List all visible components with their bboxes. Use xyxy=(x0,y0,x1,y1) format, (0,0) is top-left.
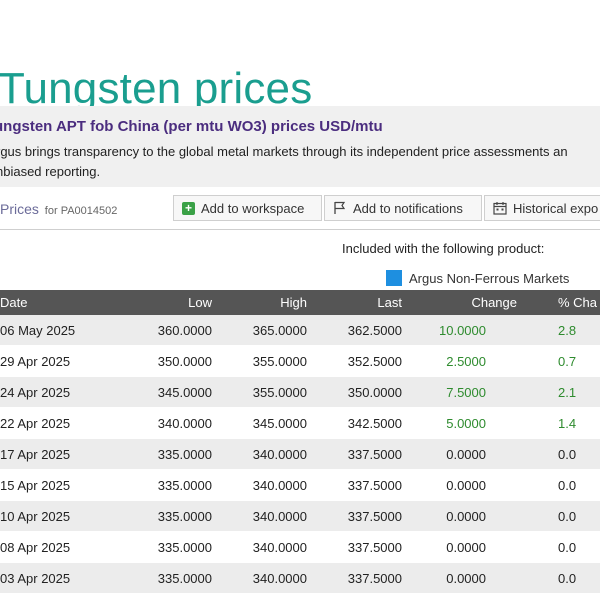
add-to-workspace-button[interactable]: + Add to workspace xyxy=(173,195,322,221)
cell-change: 0.0000 xyxy=(446,477,486,493)
calendar-icon xyxy=(493,202,507,215)
cell-change: 0.0000 xyxy=(446,446,486,462)
historical-export-label: Historical expo xyxy=(513,200,599,216)
table-row: 03 Apr 2025 335.0000 340.0000 337.5000 0.000… xyxy=(0,563,600,594)
table-row: 24 Apr 2025 345.0000 355.0000 350.0000 7.500… xyxy=(0,377,600,408)
prices-heading: Prices for PA0014502 xyxy=(0,201,117,217)
cell-pct-change: 0.7 xyxy=(558,353,577,369)
cell-low: 335.0000 xyxy=(157,539,212,555)
column-header-date[interactable]: Date xyxy=(0,290,27,315)
cell-last: 362.5000 xyxy=(347,322,402,338)
cell-high: 340.0000 xyxy=(252,570,307,586)
cell-change: 0.0000 xyxy=(446,570,486,586)
cell-high: 345.0000 xyxy=(252,415,307,431)
plus-icon: + xyxy=(182,201,195,215)
column-header-last[interactable]: Last xyxy=(377,290,402,315)
table-header: Date Low High Last Change % Cha xyxy=(0,290,600,315)
cell-pct-change: 0.0 xyxy=(558,446,577,462)
cell-pct-change: 0.0 xyxy=(558,508,577,524)
cell-change: 0.0000 xyxy=(446,508,486,524)
cell-date: 06 May 2025 xyxy=(0,322,76,338)
column-header-change[interactable]: Change xyxy=(471,290,517,315)
price-code: for PA0014502 xyxy=(44,205,118,217)
cell-last: 337.5000 xyxy=(347,570,402,586)
cell-low: 335.0000 xyxy=(157,477,212,493)
product-title: ungsten APT fob China (per mtu WO3) pric… xyxy=(0,118,383,135)
description-line: rgus brings transparency to the global m… xyxy=(0,144,568,159)
cell-last: 350.0000 xyxy=(347,384,402,400)
cell-date: 29 Apr 2025 xyxy=(0,353,71,369)
cell-change: 5.0000 xyxy=(446,415,486,431)
prices-label: Prices xyxy=(0,201,39,217)
cell-high: 355.0000 xyxy=(252,384,307,400)
column-header-pct-change[interactable]: % Cha xyxy=(558,290,597,315)
cell-date: 17 Apr 2025 xyxy=(0,446,71,462)
cell-high: 340.0000 xyxy=(252,477,307,493)
product-name: Argus Non-Ferrous Markets xyxy=(409,270,570,286)
table-row: 17 Apr 2025 335.0000 340.0000 337.5000 0.000… xyxy=(0,439,600,470)
cell-change: 7.5000 xyxy=(446,384,486,400)
cell-date: 24 Apr 2025 xyxy=(0,384,71,400)
table-row: 08 Apr 2025 335.0000 340.0000 337.5000 0.000… xyxy=(0,532,600,563)
cell-pct-change: 1.4 xyxy=(558,415,577,431)
cell-last: 337.5000 xyxy=(347,446,402,462)
cell-change: 0.0000 xyxy=(446,539,486,555)
add-to-workspace-label: Add to workspace xyxy=(201,200,305,216)
table-row: 06 May 2025 360.0000 365.0000 362.5000 10.00… xyxy=(0,315,600,346)
page-title: Tungsten prices xyxy=(0,64,313,114)
cell-date: 10 Apr 2025 xyxy=(0,508,71,524)
cell-high: 365.0000 xyxy=(252,322,307,338)
cell-low: 340.0000 xyxy=(157,415,212,431)
table-row: 22 Apr 2025 340.0000 345.0000 342.5000 5.000… xyxy=(0,408,600,439)
flag-icon xyxy=(334,201,346,214)
column-header-low[interactable]: Low xyxy=(188,290,212,315)
historical-export-button[interactable]: Historical expo xyxy=(484,195,600,221)
cell-last: 352.5000 xyxy=(347,353,402,369)
cell-last: 337.5000 xyxy=(347,508,402,524)
cell-date: 15 Apr 2025 xyxy=(0,477,71,493)
divider xyxy=(0,229,600,230)
cell-low: 360.0000 xyxy=(157,322,212,338)
cell-high: 355.0000 xyxy=(252,353,307,369)
column-header-high[interactable]: High xyxy=(280,290,307,315)
cell-last: 342.5000 xyxy=(347,415,402,431)
cell-pct-change: 0.0 xyxy=(558,477,577,493)
cell-high: 340.0000 xyxy=(252,446,307,462)
cell-low: 345.0000 xyxy=(157,384,212,400)
product-description: rgus brings transparency to the global m… xyxy=(0,142,600,182)
description-line: nbiased reporting. xyxy=(0,164,101,179)
cell-pct-change: 2.8 xyxy=(558,322,577,338)
product-link[interactable]: Argus Non-Ferrous Markets xyxy=(386,270,569,286)
product-color-swatch xyxy=(386,270,402,286)
cell-last: 337.5000 xyxy=(347,477,402,493)
cell-pct-change: 0.0 xyxy=(558,570,577,586)
cell-date: 03 Apr 2025 xyxy=(0,570,71,586)
cell-change: 10.0000 xyxy=(439,322,486,338)
cell-high: 340.0000 xyxy=(252,508,307,524)
included-with-text: Included with the following product: xyxy=(342,241,545,256)
cell-high: 340.0000 xyxy=(252,539,307,555)
cell-low: 335.0000 xyxy=(157,508,212,524)
add-to-notifications-button[interactable]: Add to notifications xyxy=(324,195,482,221)
table-row: 29 Apr 2025 350.0000 355.0000 352.5000 2.500… xyxy=(0,346,600,377)
prices-table: Date Low High Last Change % Cha 06 May 2… xyxy=(0,290,600,594)
cell-pct-change: 2.1 xyxy=(558,384,577,400)
cell-pct-change: 0.0 xyxy=(558,539,577,555)
cell-low: 350.0000 xyxy=(157,353,212,369)
cell-low: 335.0000 xyxy=(157,570,212,586)
cell-low: 335.0000 xyxy=(157,446,212,462)
table-body: 06 May 2025 360.0000 365.0000 362.5000 10.00… xyxy=(0,315,600,594)
cell-date: 08 Apr 2025 xyxy=(0,539,71,555)
cell-date: 22 Apr 2025 xyxy=(0,415,71,431)
cell-change: 2.5000 xyxy=(446,353,486,369)
table-row: 15 Apr 2025 335.0000 340.0000 337.5000 0.000… xyxy=(0,470,600,501)
table-row: 10 Apr 2025 335.0000 340.0000 337.5000 0.000… xyxy=(0,501,600,532)
cell-last: 337.5000 xyxy=(347,539,402,555)
add-to-notifications-label: Add to notifications xyxy=(353,200,463,216)
